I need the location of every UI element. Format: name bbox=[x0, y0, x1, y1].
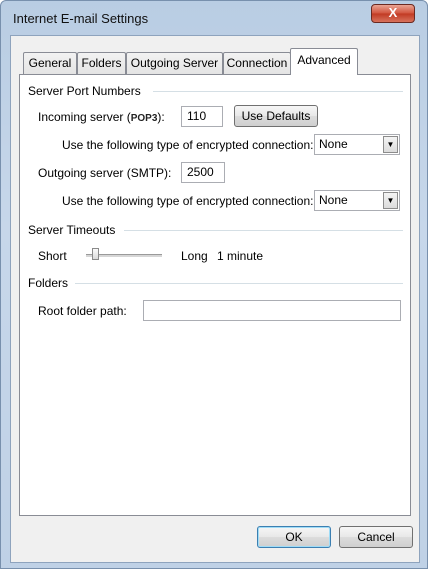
timeout-long-label: Long bbox=[181, 249, 208, 263]
title-bar[interactable]: Internet E-mail Settings X bbox=[1, 1, 428, 35]
window-title: Internet E-mail Settings bbox=[13, 11, 149, 26]
dialog-window: Internet E-mail Settings X General Folde… bbox=[0, 0, 428, 569]
tab-advanced[interactable]: Advanced bbox=[290, 48, 358, 75]
tab-folders[interactable]: Folders bbox=[77, 52, 126, 74]
outgoing-server-label: Outgoing server (SMTP): bbox=[38, 166, 172, 180]
timeout-slider-thumb[interactable] bbox=[92, 248, 100, 260]
tab-outgoing-server[interactable]: Outgoing Server bbox=[126, 52, 223, 74]
root-folder-input[interactable] bbox=[143, 300, 401, 321]
tab-connection[interactable]: Connection bbox=[223, 52, 291, 74]
dialog-client-area: General Folders Outgoing Server Connecti… bbox=[10, 35, 420, 563]
server-port-numbers-heading: Server Port Numbers bbox=[28, 84, 141, 98]
group-divider bbox=[153, 91, 403, 92]
incoming-port-input[interactable]: 110 bbox=[181, 106, 223, 127]
ok-button[interactable]: OK bbox=[257, 526, 331, 548]
outgoing-port-input[interactable]: 2500 bbox=[181, 162, 225, 183]
folders-heading: Folders bbox=[28, 276, 69, 290]
encryption-label-incoming: Use the following type of encrypted conn… bbox=[62, 138, 314, 152]
advanced-tab-page: Server Port Numbers Incoming server (POP… bbox=[19, 74, 411, 516]
incoming-encryption-select[interactable]: None ▼ bbox=[314, 134, 400, 155]
timeout-value-label: 1 minute bbox=[217, 249, 264, 263]
tab-general[interactable]: General bbox=[23, 52, 77, 74]
close-icon: X bbox=[388, 5, 398, 20]
chevron-down-icon[interactable]: ▼ bbox=[383, 136, 398, 153]
encryption-label-outgoing: Use the following type of encrypted conn… bbox=[62, 194, 314, 208]
use-defaults-button[interactable]: Use Defaults bbox=[234, 105, 318, 127]
group-divider bbox=[124, 230, 403, 231]
timeout-short-label: Short bbox=[38, 249, 67, 263]
server-timeouts-heading: Server Timeouts bbox=[28, 223, 116, 237]
close-button[interactable]: X bbox=[371, 4, 415, 23]
outgoing-encryption-select[interactable]: None ▼ bbox=[314, 190, 400, 211]
cancel-button[interactable]: Cancel bbox=[339, 526, 413, 548]
chevron-down-icon[interactable]: ▼ bbox=[383, 192, 398, 209]
group-divider bbox=[75, 283, 403, 284]
incoming-server-label: Incoming server (POP3): bbox=[38, 110, 165, 124]
root-folder-label: Root folder path: bbox=[38, 304, 127, 318]
